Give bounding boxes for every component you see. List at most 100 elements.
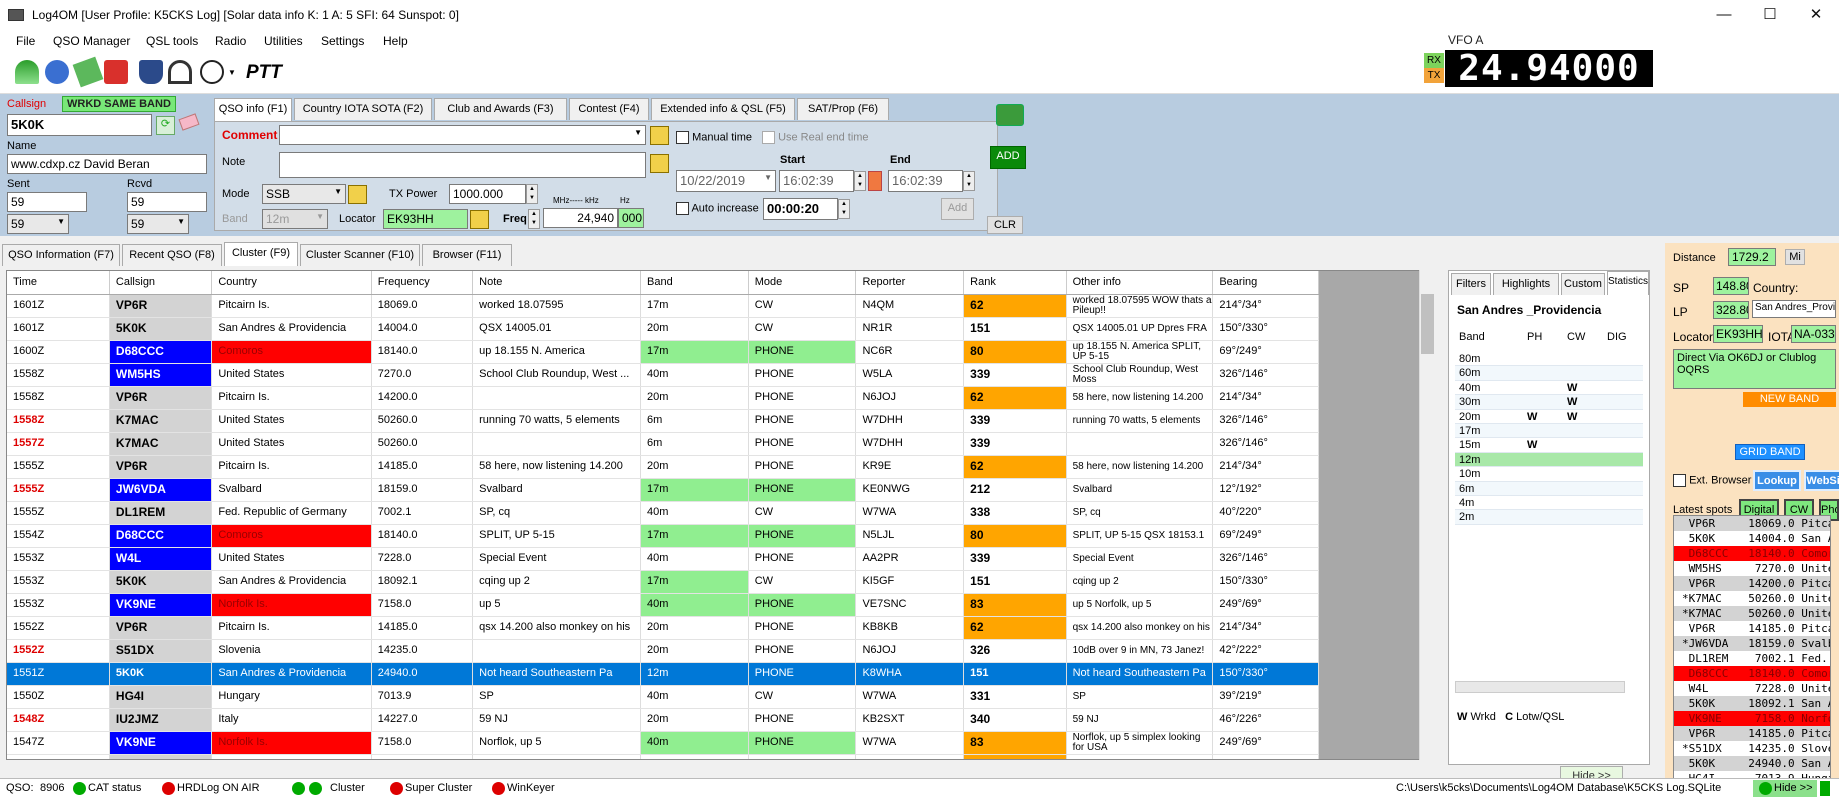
tab-recent-qso[interactable]: Recent QSO (F8) — [122, 244, 222, 266]
start-time-spinner[interactable]: ▲ ▼ — [854, 171, 866, 191]
tab-cluster[interactable]: Cluster (F9) — [224, 242, 298, 266]
end-time-input[interactable]: 16:02:39 — [888, 170, 963, 192]
band-dropdown[interactable]: 12m ▼ — [262, 209, 328, 229]
maximize-button[interactable]: ☐ — [1747, 0, 1793, 30]
qsl-cards-icon[interactable] — [72, 56, 104, 88]
spot-item[interactable]: 5K0K 24940.0 San A — [1674, 756, 1830, 771]
table-row[interactable]: 1558Z WM5HS United States 7270.0 School Club… — [7, 363, 1319, 387]
start-time-input[interactable]: 16:02:39 — [779, 170, 854, 192]
rcvd-dropdown[interactable]: 59 ▼ — [127, 214, 189, 234]
radio-tower-icon[interactable] — [139, 60, 163, 84]
col-header-time[interactable]: Time — [7, 271, 110, 295]
freq-input[interactable]: 24,940 — [543, 208, 618, 228]
spot-item[interactable]: *K7MAC 50260.0 Unite — [1674, 606, 1830, 621]
ext-browser-checkbox[interactable]: Ext. Browser — [1673, 474, 1751, 487]
clr-button[interactable]: CLR — [987, 216, 1023, 234]
tab-browser[interactable]: Browser (F11) — [422, 244, 512, 266]
tab-contest[interactable]: Contest (F4) — [569, 98, 649, 120]
tab-custom[interactable]: Custom — [1561, 273, 1605, 295]
table-row[interactable]: 1552Z S51DX Slovenia 14235.0 20m PHONE N6JOJ 32… — [7, 639, 1319, 663]
tab-filters[interactable]: Filters — [1451, 273, 1491, 295]
table-row[interactable]: 1558Z K7MAC United States 50260.0 running 70… — [7, 409, 1319, 433]
spot-item[interactable]: VP6R 18069.0 Pitca — [1674, 516, 1830, 531]
table-row[interactable]: 1601Z VP6R Pitcairn Is. 18069.0 worked 18.07… — [7, 294, 1319, 318]
mailbox-icon[interactable] — [104, 60, 128, 84]
table-row[interactable]: 1601Z 5K0K San Andres & Providencia 14004.0… — [7, 317, 1319, 341]
auto-increase-checkbox[interactable]: Auto increase — [676, 202, 759, 215]
table-row[interactable]: 1554Z D68CCC Comoros 18140.0 SPLIT, UP 5-15 1… — [7, 524, 1319, 548]
spot-item[interactable]: VP6R 14200.0 Pitcai — [1674, 576, 1830, 591]
table-row[interactable]: 1550Z HG4I Hungary 7013.9 SP 40m CW W7WA 331 SP 39… — [7, 685, 1319, 709]
tab-qso-information[interactable]: QSO Information (F7) — [2, 244, 120, 266]
table-row[interactable]: 1555Z VP6R Pitcairn Is. 14185.0 58 here, now… — [7, 455, 1319, 479]
col-header-rank[interactable]: Rank — [963, 271, 1067, 295]
end-time-spinner[interactable]: ▲ ▼ — [963, 171, 975, 191]
globe-icon[interactable] — [45, 60, 69, 84]
menu-settings[interactable]: Settings — [321, 34, 364, 48]
spot-item[interactable]: D68CCC 18140.0 Comor — [1674, 666, 1830, 681]
col-header-callsign[interactable]: Callsign — [109, 271, 213, 295]
freq-spinner[interactable]: ▲ ▼ — [528, 209, 540, 229]
tab-cluster-scanner[interactable]: Cluster Scanner (F10) — [300, 244, 420, 266]
close-button[interactable]: ✕ — [1793, 0, 1839, 30]
table-row[interactable]: 1553Z 5K0K San Andres & Providencia 18092.1… — [7, 570, 1319, 594]
refresh-icon[interactable]: ⟳ — [156, 116, 175, 135]
table-row[interactable]: 1558Z VP6R Pitcairn Is. 14200.0 20m PHONE N6JO… — [7, 386, 1319, 410]
locator-input[interactable]: EK93HH — [383, 209, 468, 229]
save-db-icon[interactable] — [996, 104, 1024, 126]
sent-dropdown[interactable]: 59 ▼ — [7, 214, 69, 234]
rst-rcvd-input[interactable]: 59 — [127, 192, 207, 212]
col-header-mode[interactable]: Mode — [748, 271, 857, 295]
spot-item[interactable]: VP6R 14185.0 Pitcai — [1674, 726, 1830, 741]
tab-highlights[interactable]: Highlights — [1493, 273, 1559, 295]
add-button[interactable]: ADD — [990, 146, 1026, 169]
name-input[interactable]: www.cdxp.cz David Beran — [7, 154, 207, 174]
add-small-button[interactable]: Add — [941, 198, 974, 220]
satellite-icon[interactable] — [200, 60, 224, 84]
tab-qso-info[interactable]: QSO info (F1) — [214, 98, 292, 122]
lock-icon[interactable] — [650, 154, 669, 173]
col-header-country[interactable]: Country — [211, 271, 372, 295]
col-header-band[interactable]: Band — [640, 271, 749, 295]
spot-item[interactable]: D68CCC 18140.0 Comor — [1674, 546, 1830, 561]
hz-input[interactable]: 000 — [618, 208, 644, 228]
spot-item[interactable]: *K7MAC 50260.0 Unite — [1674, 591, 1830, 606]
table-row[interactable]: 1555Z JW6VDA Svalbard 18159.0 Svalbard 17m PHO… — [7, 478, 1319, 502]
table-row[interactable]: 1547Z VK9NE Norfolk Is. 7158.0 Norflok, up 5… — [7, 731, 1319, 755]
tab-country-iota-sota[interactable]: Country IOTA SOTA (F2) — [294, 98, 432, 120]
col-header-reporter[interactable]: Reporter — [855, 271, 965, 295]
spot-item[interactable]: 5K0K 14004.0 San A — [1674, 531, 1830, 546]
spot-item[interactable]: DL1REM 7002.1 Fed. R — [1674, 651, 1830, 666]
table-row[interactable]: 1553Z W4L United States 7228.0 Special Event… — [7, 547, 1319, 571]
stats-hscrollbar[interactable] — [1455, 681, 1625, 693]
website-button[interactable]: WebSite — [1804, 470, 1839, 491]
headset-icon[interactable] — [168, 60, 192, 84]
ptt-label[interactable]: PTT — [246, 62, 282, 84]
col-header-frequency[interactable]: Frequency — [371, 271, 474, 295]
table-row[interactable]: 1555Z DL1REM Fed. Republic of Germany 7002.… — [7, 501, 1319, 525]
chevron-down-icon[interactable]: ▼ — [228, 68, 236, 77]
callsign-input[interactable]: 5K0K — [7, 114, 152, 136]
tab-club-awards[interactable]: Club and Awards (F3) — [434, 98, 567, 120]
minimize-button[interactable]: — — [1701, 0, 1747, 30]
rst-sent-input[interactable]: 59 — [7, 192, 87, 212]
table-row[interactable]: 1553Z VK9NE Norfolk Is. 7158.0 up 5 40m PHONE V… — [7, 593, 1319, 617]
spot-item[interactable]: *JW6VDA 18159.0 Svalb — [1674, 636, 1830, 651]
mode-dropdown[interactable]: SSB ▼ — [262, 184, 346, 204]
table-row[interactable]: 1552Z VP6R Pitcairn Is. 14185.0 qsx 14.200 a… — [7, 616, 1319, 640]
spot-item[interactable]: WM5HS 7270.0 United — [1674, 561, 1830, 576]
status-hide[interactable]: Hide >> — [1753, 780, 1817, 797]
col-header-bearing[interactable]: Bearing — [1212, 271, 1319, 295]
eraser-icon[interactable] — [178, 113, 200, 131]
comment-input[interactable]: ▼ — [279, 125, 646, 145]
note-input[interactable] — [279, 152, 646, 178]
tx-power-spinner[interactable]: ▲ ▼ — [526, 184, 538, 204]
use-real-end-time-checkbox[interactable]: Use Real end time — [762, 131, 869, 144]
menu-help[interactable]: Help — [383, 34, 408, 48]
menu-qso-manager[interactable]: QSO Manager — [53, 34, 130, 48]
table-row[interactable]: 1600Z D68CCC Comoros 18140.0 up 18.155 N. Am… — [7, 340, 1319, 364]
table-row[interactable]: 1548Z IU2JMZ Italy 14227.0 59 NJ 20m PHONE KB2S… — [7, 708, 1319, 732]
menu-qsl-tools[interactable]: QSL tools — [146, 34, 198, 48]
tab-statistics[interactable]: Statistics — [1607, 271, 1649, 295]
col-header-note[interactable]: Note — [472, 271, 642, 295]
